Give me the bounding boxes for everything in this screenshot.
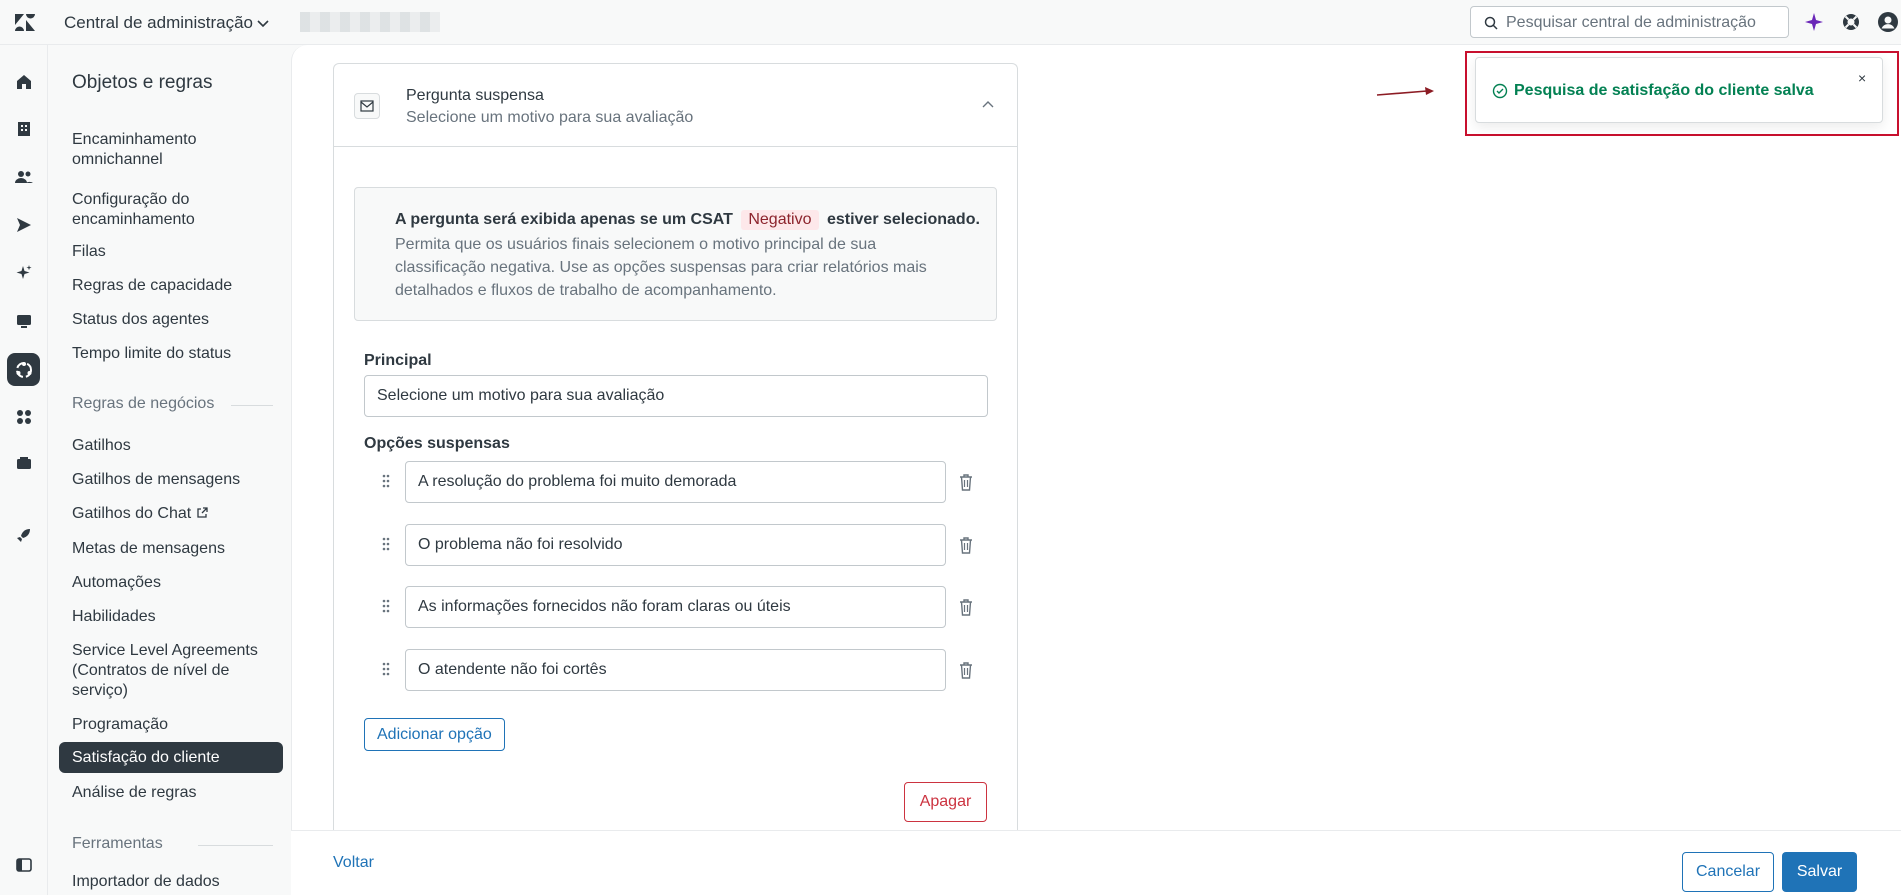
- success-toast: Pesquisa de satisfação do cliente salva …: [1475, 57, 1883, 123]
- objects-rules-icon[interactable]: [7, 353, 40, 386]
- sidebar-section-tools: Ferramentas: [72, 835, 163, 852]
- sidebar-item-sla[interactable]: Service Level Agreements (Contratos de n…: [72, 641, 272, 701]
- cancel-button[interactable]: Cancelar: [1682, 852, 1774, 892]
- section-divider: [231, 405, 273, 406]
- trash-icon[interactable]: [958, 598, 974, 616]
- sidebar-item-filas[interactable]: Filas: [72, 242, 272, 262]
- workspace-icon[interactable]: [12, 452, 36, 476]
- home-icon[interactable]: [12, 70, 36, 94]
- building-icon[interactable]: [12, 117, 36, 141]
- option-input[interactable]: O problema não foi resolvido: [405, 524, 946, 566]
- options-label: Opções suspensas: [364, 435, 510, 452]
- sidebar-item-regras-capacidade[interactable]: Regras de capacidade: [72, 276, 272, 296]
- drag-handle-icon[interactable]: [381, 536, 391, 552]
- sidebar-item-configuracao-encaminhamento[interactable]: Configuração do encaminhamento: [72, 190, 272, 230]
- admin-sidebar: Objetos e regras Encaminhamento omnichan…: [48, 45, 290, 895]
- blurred-account-name: [300, 12, 440, 32]
- sidebar-item-habilidades[interactable]: Habilidades: [72, 607, 272, 627]
- annotation-arrow: [1376, 87, 1434, 96]
- drag-handle-icon[interactable]: [381, 598, 391, 614]
- sparkle-icon[interactable]: [12, 261, 36, 285]
- info-body: Permita que os usuários finais selecione…: [395, 236, 927, 299]
- card-title: Pergunta suspensa: [406, 87, 544, 104]
- info-prefix: A pergunta será exibida apenas se um CSA…: [395, 211, 733, 228]
- toast-message: Pesquisa de satisfação do cliente salva: [1514, 82, 1814, 99]
- footer-bar: Voltar Cancelar Salvar: [291, 830, 1901, 895]
- sidebar-item-gatilhos-chat[interactable]: Gatilhos do Chat: [72, 504, 208, 524]
- user-avatar-icon[interactable]: [1877, 11, 1899, 33]
- chevron-down-icon[interactable]: [255, 15, 271, 31]
- drag-handle-icon[interactable]: [381, 473, 391, 489]
- trash-icon[interactable]: [958, 536, 974, 554]
- sidebar-item-programacao[interactable]: Programação: [72, 715, 272, 735]
- people-icon[interactable]: [12, 165, 36, 189]
- chevron-up-icon[interactable]: [981, 98, 995, 112]
- rocket-icon[interactable]: [12, 523, 36, 547]
- principal-label: Principal: [364, 352, 432, 369]
- top-bar: Central de administração Pesquisar centr…: [0, 0, 1901, 45]
- drag-handle-icon[interactable]: [381, 661, 391, 677]
- card-subtitle: Selecione um motivo para sua avaliação: [406, 109, 694, 126]
- help-lifebuoy-icon[interactable]: [1840, 11, 1862, 33]
- info-suffix: estiver selecionado.: [826, 211, 980, 228]
- principal-input[interactable]: Selecione um motivo para sua avaliação: [364, 375, 988, 417]
- sidebar-item-importador-dados[interactable]: Importador de dados: [72, 872, 272, 892]
- sidebar-item-label: Gatilhos do Chat: [72, 505, 192, 522]
- apps-icon[interactable]: [12, 405, 36, 429]
- sidebar-section-business-rules: Regras de negócios: [72, 395, 215, 412]
- search-placeholder: Pesquisar central de administração: [1506, 14, 1756, 31]
- dropdown-question-card: Pergunta suspensa Selecione um motivo pa…: [333, 63, 1018, 838]
- trash-icon[interactable]: [958, 473, 974, 491]
- sidebar-item-gatilhos[interactable]: Gatilhos: [72, 436, 272, 456]
- info-headline: A pergunta será exibida apenas se um CSA…: [395, 210, 980, 230]
- sidebar-item-status-agentes[interactable]: Status dos agentes: [72, 310, 272, 330]
- option-input[interactable]: As informações fornecidos não foram clar…: [405, 586, 946, 628]
- back-link[interactable]: Voltar: [333, 854, 374, 872]
- sidebar-item-analise-regras[interactable]: Análise de regras: [72, 783, 272, 803]
- section-divider: [198, 845, 273, 846]
- sidebar-item-satisfacao-cliente[interactable]: Satisfação do cliente: [72, 748, 272, 768]
- save-button[interactable]: Salvar: [1782, 852, 1857, 892]
- external-link-icon: [196, 507, 208, 518]
- zendesk-logo-icon[interactable]: [13, 11, 37, 33]
- product-rail: [0, 45, 48, 895]
- ai-sparkle-icon[interactable]: [1803, 11, 1825, 33]
- mail-icon: [354, 93, 380, 119]
- collapse-sidebar-icon[interactable]: [12, 853, 36, 877]
- card-header[interactable]: Pergunta suspensa Selecione um motivo pa…: [334, 64, 1017, 147]
- sidebar-item-metas-mensagens[interactable]: Metas de mensagens: [72, 539, 272, 559]
- option-input[interactable]: A resolução do problema foi muito demora…: [405, 461, 946, 503]
- delete-button[interactable]: Apagar: [904, 782, 987, 822]
- send-icon[interactable]: [12, 213, 36, 237]
- sidebar-title: Objetos e regras: [72, 72, 213, 93]
- sidebar-item-tempo-limite-status[interactable]: Tempo limite do status: [72, 344, 272, 364]
- app-title[interactable]: Central de administração: [64, 13, 253, 33]
- option-input[interactable]: O atendente não foi cortês: [405, 649, 946, 691]
- search-input[interactable]: Pesquisar central de administração: [1470, 6, 1789, 38]
- search-icon: [1484, 16, 1498, 30]
- sidebar-item-automacoes[interactable]: Automações: [72, 573, 272, 593]
- sidebar-item-gatilhos-mensagens[interactable]: Gatilhos de mensagens: [72, 470, 272, 490]
- sidebar-item-encaminhamento-omnichannel[interactable]: Encaminhamento omnichannel: [72, 130, 272, 170]
- close-icon[interactable]: ×: [1858, 70, 1866, 86]
- info-callout: A pergunta será exibida apenas se um CSA…: [354, 187, 997, 321]
- add-option-button[interactable]: Adicionar opção: [364, 718, 505, 751]
- trash-icon[interactable]: [958, 661, 974, 679]
- monitor-icon[interactable]: [12, 309, 36, 333]
- check-circle-icon: [1492, 83, 1508, 99]
- negative-tag: Negativo: [741, 210, 819, 230]
